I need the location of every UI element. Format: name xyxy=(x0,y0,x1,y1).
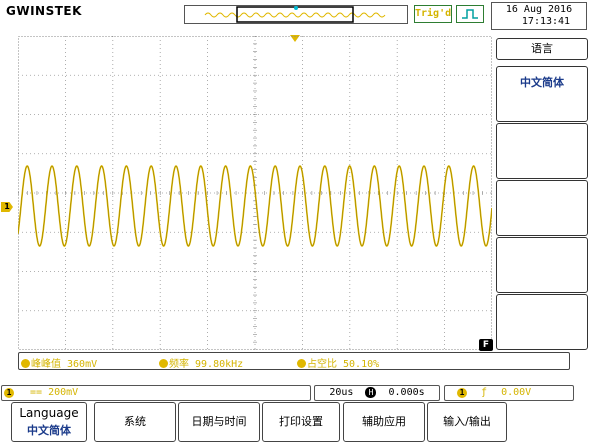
horizontal-offset: 0.000s xyxy=(388,387,425,398)
measurement-frequency: 频率 99.80kHz xyxy=(159,355,243,370)
overview-wave xyxy=(204,6,386,23)
side-menu-item-2[interactable] xyxy=(496,123,588,179)
f-marker-icon: F xyxy=(479,339,493,351)
measurement-bar: 峰峰值 360mV 频率 99.80kHz 占空比 50.10% xyxy=(18,352,570,370)
language-button-value: 中文简体 xyxy=(27,424,71,437)
brand-logo: GWINSTEK xyxy=(6,4,82,18)
channel1-dot-icon xyxy=(297,359,306,368)
timebase-box[interactable]: 20us H 0.000s xyxy=(314,385,440,401)
system-button[interactable]: 系统 xyxy=(94,402,176,442)
language-button-title: Language xyxy=(19,406,79,420)
measurement-duty: 占空比 50.10% xyxy=(297,355,379,370)
datetime-button-label: 日期与时间 xyxy=(191,415,247,428)
time-text: 17:13:41 xyxy=(521,16,571,27)
timebase-value: 20us xyxy=(329,387,354,398)
channel1-level-marker[interactable]: 1 xyxy=(1,202,13,212)
waveform-overview xyxy=(184,5,408,24)
io-button[interactable]: 输入/输出 xyxy=(427,402,507,442)
channel-scale-box[interactable]: 1 == 200mV xyxy=(1,385,311,401)
trigger-source-badge: 1 xyxy=(457,388,467,398)
print-settings-button-label: 打印设置 xyxy=(279,415,323,428)
measurement-peak: 峰峰值 360mV xyxy=(21,355,97,370)
channel-scale: == 200mV xyxy=(30,387,79,398)
utility-button-label: 辅助应用 xyxy=(362,415,406,428)
utility-button[interactable]: 辅助应用 xyxy=(343,402,425,442)
side-menu-item-4[interactable] xyxy=(496,237,588,293)
datetime-button[interactable]: 日期与时间 xyxy=(178,402,260,442)
channel1-dot-icon xyxy=(159,359,168,368)
side-menu-item-label: 中文简体 xyxy=(520,76,564,89)
side-menu-item-5[interactable] xyxy=(496,294,588,350)
datetime-display: 16 Aug 2016 17:13:41 xyxy=(491,2,587,30)
io-button-label: 输入/输出 xyxy=(443,415,491,428)
language-button[interactable]: Language 中文简体 xyxy=(11,402,87,442)
waveform-display xyxy=(17,35,493,351)
h-icon: H xyxy=(365,387,377,398)
channel1-dot-icon xyxy=(21,359,30,368)
side-menu-item-1[interactable]: 中文简体 xyxy=(496,66,588,122)
trigger-slope-icon: ƒ xyxy=(481,387,488,398)
trigger-box[interactable]: 1 ƒ 0.00V DC xyxy=(444,385,574,412)
trigger-edge-icon xyxy=(456,5,484,23)
system-button-label: 系统 xyxy=(124,415,146,428)
side-menu-item-3[interactable] xyxy=(496,180,588,236)
channel1-badge: 1 xyxy=(4,388,14,398)
graticule xyxy=(17,35,493,351)
trigger-status: Trig'd xyxy=(414,5,452,23)
side-menu-title: 语言 xyxy=(496,38,588,60)
date-text: 16 Aug 2016 xyxy=(505,4,573,15)
print-settings-button[interactable]: 打印设置 xyxy=(262,402,340,442)
trigger-level: 0.00V xyxy=(501,387,532,398)
